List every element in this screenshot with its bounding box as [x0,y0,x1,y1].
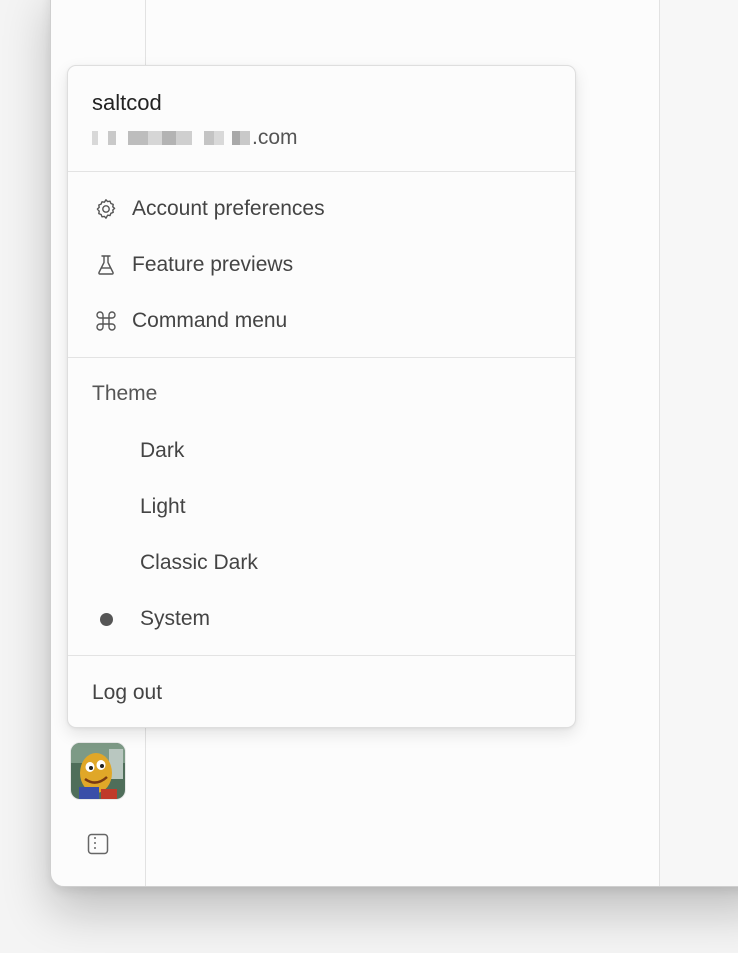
radio-indicator [98,555,114,571]
theme-option-light[interactable]: Light [76,483,569,531]
divider [68,171,575,172]
menu-item-command-menu[interactable]: Command menu [76,297,569,345]
divider [68,357,575,358]
right-panel [660,0,738,886]
radio-indicator [98,499,114,515]
theme-heading: Theme [92,382,158,405]
sidebar-toggle-button[interactable] [84,830,112,858]
menu-item-label: Command menu [132,309,288,332]
gear-icon [92,195,120,223]
divider [68,655,575,656]
command-icon [92,307,120,335]
menu-item-account-preferences[interactable]: Account preferences [76,185,569,233]
flask-icon [92,251,120,279]
theme-option-label: System [140,607,211,630]
menu-item-label: Account preferences [132,197,325,220]
username: saltcod [92,90,162,115]
user-info: saltcod .com [68,66,575,171]
logout-button[interactable]: Log out [76,669,569,717]
account-dropdown-menu: saltcod .com Account preferences Feature… [67,65,576,728]
selected-dot-icon [99,612,113,626]
email-suffix: .com [252,126,298,149]
theme-option-classic-dark[interactable]: Classic Dark [76,539,569,587]
sidebar-layout-icon [87,833,109,855]
user-email: .com [92,126,298,150]
radio-indicator [98,443,114,459]
menu-item-label: Feature previews [132,253,294,276]
email-redacted [92,131,250,146]
user-avatar[interactable] [71,743,125,799]
theme-option-dark[interactable]: Dark [76,427,569,475]
menu-item-feature-previews[interactable]: Feature previews [76,241,569,289]
theme-option-label: Dark [140,439,185,462]
avatar-image [71,743,125,799]
logout-label: Log out [92,681,163,704]
theme-option-label: Light [140,495,186,518]
theme-option-system[interactable]: System [76,595,569,643]
radio-indicator [98,611,114,627]
theme-option-label: Classic Dark [140,551,258,574]
